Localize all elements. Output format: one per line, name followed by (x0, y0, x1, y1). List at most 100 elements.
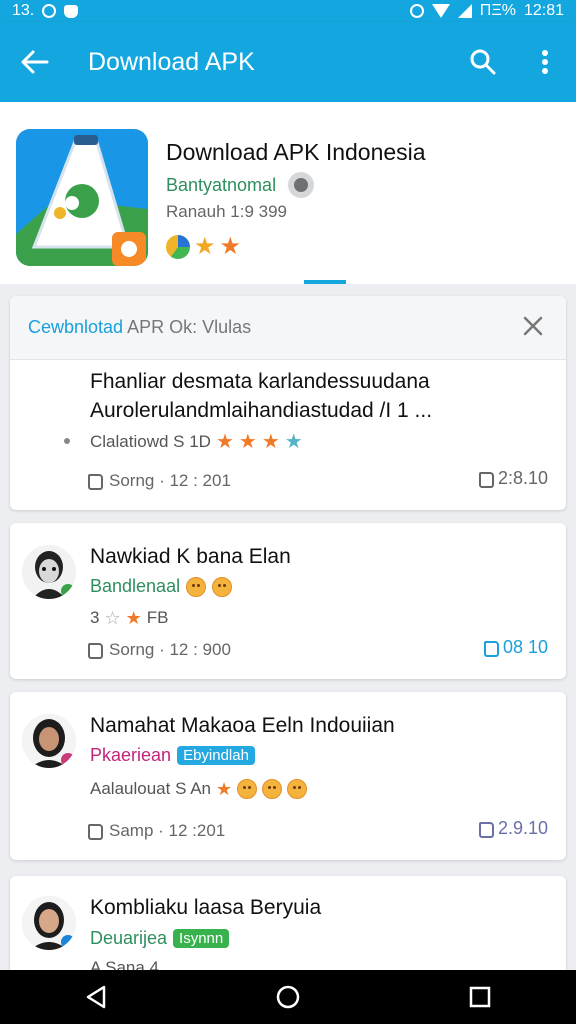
review-title: Nawkiad K bana Elan (90, 545, 291, 568)
star-icon: ★ (219, 233, 242, 260)
close-icon (523, 316, 543, 336)
avatar[interactable] (22, 896, 76, 950)
square-recents-icon (469, 986, 491, 1008)
triangle-back-icon (86, 985, 106, 1009)
review-likes-count: 08 10 (502, 637, 548, 657)
emoji-icon (186, 576, 207, 597)
filter-label-highlight: Cewbnlotad (28, 317, 124, 337)
close-filter-button[interactable] (518, 312, 548, 343)
avatar-image (22, 714, 76, 768)
app-rating: ★ ★ (166, 235, 241, 259)
signal-icon (457, 4, 472, 18)
star-icon: ★ (215, 431, 234, 453)
review-tag: Isynnn (173, 929, 230, 948)
review-sub-text: Bandlenaal (90, 576, 181, 596)
more-vert-icon (542, 50, 548, 74)
review-tag: Ebyindlah (177, 746, 255, 765)
app-meta: Ranauh 1:9 399 (166, 202, 287, 221)
app-header: Download APK Indonesia Bantyatnomal Rana… (0, 102, 576, 284)
review-title: Namahat Makaoa Eeln Indouiian (90, 714, 395, 737)
alarm-icon (409, 4, 424, 18)
star-icon: ★ (125, 608, 142, 628)
back-button[interactable] (0, 22, 70, 102)
review-likes-count: 2:8.10 (497, 468, 548, 488)
review-meta-text: Aalaulouat S An (90, 779, 211, 798)
app-logo-icon (16, 135, 148, 266)
filter-header: Cewbnlotad APR Ok: Vlulas (10, 296, 566, 360)
play-badge-icon (166, 235, 190, 259)
search-button[interactable] (452, 22, 514, 102)
review-meta: Aalaulouat S An ★ (90, 777, 308, 801)
emoji-icon (237, 779, 258, 799)
app-logo[interactable] (16, 129, 148, 266)
review-meta-text: 3 (90, 608, 100, 627)
review-likes-count: 2.9.10 (497, 818, 548, 838)
review-title-line2: Aurolerulandmlaihandiastudad /I 1 ... (90, 399, 433, 422)
review-sub-text: Deuarijea (90, 928, 168, 948)
thumb-up-icon (483, 640, 499, 657)
review-card[interactable]: Namahat Makaoa Eeln Indouiian Pkaeriean … (10, 692, 566, 860)
app-bar: Download APK (0, 22, 576, 102)
review-date-text: Samp · 12 :201 (109, 821, 226, 840)
app-notification-icon (64, 4, 79, 18)
app-name: Download APK Indonesia (166, 139, 426, 165)
avatar-image (22, 896, 76, 950)
status-time-left: 13. (12, 2, 35, 19)
review-date-text: Sorng · 12 : 201 (109, 471, 231, 490)
review-sub: Deuarijea Isynnn (90, 928, 230, 949)
nav-recents-button[interactable] (450, 970, 510, 1024)
filter-label-text: APR Ok: Vlulas (123, 317, 252, 337)
thumb-up-icon (88, 824, 103, 840)
star-outline-icon: ☆ (104, 607, 121, 628)
app-developer[interactable]: Bantyatnomal (166, 172, 315, 198)
avatar-image (22, 545, 76, 599)
wifi-icon (431, 4, 450, 18)
circle-home-icon (276, 985, 300, 1009)
star-icon: ★ (194, 233, 216, 260)
thumb-up-icon (478, 821, 494, 838)
review-sub: Clalatiowd S 1D ★ ★ ★ ★ (90, 430, 303, 454)
filter-panel: Cewbnlotad APR Ok: Vlulas Fhanliar desma… (10, 296, 566, 510)
nav-back-button[interactable] (66, 970, 126, 1024)
review-date: Sorng · 12 : 201 (88, 471, 231, 491)
thumb-up-icon (478, 471, 494, 488)
emoji-icon (212, 576, 233, 597)
emoji-icon (287, 779, 308, 799)
review-sub: Bandlenaal (90, 576, 233, 597)
search-icon (470, 49, 496, 75)
review-likes[interactable]: 2.9.10 (478, 818, 548, 839)
review-likes[interactable]: 2:8.10 (478, 468, 548, 489)
review-date: Samp · 12 :201 (88, 821, 225, 841)
arrow-left-icon (21, 50, 49, 74)
review-meta: 3 ☆ ★ FB (90, 606, 168, 630)
emoji-icon (262, 779, 283, 799)
review-card[interactable]: Kombliaku laasa Beryuia Deuarijea Isynnn… (10, 876, 566, 976)
review-date-text: Sorng · 12 : 900 (109, 640, 231, 659)
star-icon: ★ (238, 431, 257, 453)
star-icon: ★ (215, 779, 233, 799)
thumb-up-icon (88, 474, 103, 490)
review-card[interactable]: Nawkiad K bana Elan Bandlenaal 3 ☆ ★ FB … (10, 523, 566, 679)
review-sub-text: Pkaeriean (90, 745, 172, 765)
review-sub: Pkaeriean Ebyindlah (90, 745, 255, 766)
tab-indicator (304, 280, 346, 284)
system-nav-bar (0, 970, 576, 1024)
filter-label: Cewbnlotad APR Ok: Vlulas (28, 317, 251, 338)
star-icon: ★ (261, 431, 280, 453)
status-bar: 13. ΠΞ% 12:81 (0, 0, 576, 22)
avatar[interactable] (22, 714, 76, 768)
review-title-line1: Fhanliar desmata karlandessuudana (90, 370, 430, 393)
star-icon: ★ (284, 431, 303, 453)
review-likes[interactable]: 08 10 (483, 637, 548, 658)
nav-home-button[interactable] (258, 970, 318, 1024)
review-meta-suffix: FB (146, 608, 169, 627)
review-title: Kombliaku laasa Beryuia (90, 896, 322, 919)
globe-icon (288, 172, 315, 198)
review-date: Sorng · 12 : 900 (88, 640, 231, 660)
developer-name: Bantyatnomal (166, 174, 277, 195)
thumb-up-icon (88, 643, 103, 659)
avatar[interactable] (22, 545, 76, 599)
overflow-menu-button[interactable] (514, 22, 576, 102)
battery-text: ΠΞ% (479, 2, 516, 19)
review-sub-text: Clalatiowd S 1D (90, 432, 211, 451)
